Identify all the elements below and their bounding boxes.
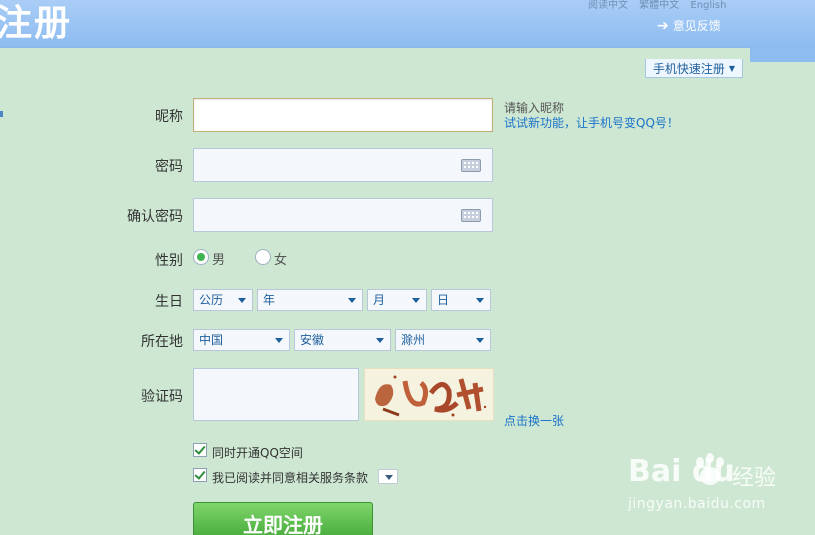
chevron-down-icon [275, 338, 283, 343]
chevron-down-icon [412, 298, 420, 303]
nickname-hint: 请输入昵称 试试新功能，让手机号变QQ号！ [504, 101, 679, 131]
nickname-input[interactable] [193, 98, 493, 132]
chevron-down-icon: ▼ [728, 63, 736, 73]
gender-female-radio[interactable] [255, 249, 271, 265]
year-select[interactable]: 年 [257, 289, 363, 311]
chevron-down-icon [238, 298, 246, 303]
header-divider [0, 47, 750, 48]
mobile-register-label: 手机快速注册 [652, 61, 725, 76]
confirm-password-input[interactable] [193, 198, 493, 232]
gender-male-radio[interactable] [193, 249, 209, 265]
terms-checkbox[interactable] [193, 468, 207, 482]
lang-link-simplified[interactable]: 阅读中文 [588, 0, 628, 11]
qzone-checkbox[interactable] [193, 443, 207, 457]
terms-label[interactable]: 我已阅读并同意相关服务条款 [212, 469, 368, 486]
password-input[interactable] [193, 148, 493, 182]
city-value: 滁州 [401, 333, 426, 347]
gender-male-label[interactable]: 男 [212, 249, 225, 268]
gender-female-label[interactable]: 女 [274, 249, 287, 268]
province-value: 安徽 [300, 333, 325, 347]
location-label: 所在地 [141, 334, 183, 350]
chevron-down-icon [348, 298, 356, 303]
watermark-cn: 经验 [732, 466, 777, 491]
baidu-jingyan-watermark: Bai du 经验 jingyan.baidu.com [628, 452, 808, 522]
city-select[interactable]: 滁州 [395, 329, 491, 351]
calendar-select[interactable]: 公历 [193, 289, 253, 311]
captcha-image[interactable] [364, 368, 494, 421]
page-title: 注册 [0, 3, 73, 44]
language-links: 阅读中文 繁體中文 English [588, 0, 734, 11]
password-label: 密码 [155, 159, 183, 175]
captcha-glyphs [375, 375, 487, 417]
captcha-input[interactable] [193, 368, 359, 421]
chevron-down-icon [476, 338, 484, 343]
country-select[interactable]: 中国 [193, 329, 290, 351]
lang-link-english[interactable]: English [690, 0, 726, 11]
chevron-down-icon [376, 338, 384, 343]
qzone-label[interactable]: 同时开通QQ空间 [212, 444, 303, 461]
watermark-url: jingyan.baidu.com [628, 496, 766, 512]
month-select[interactable]: 月 [367, 289, 427, 311]
keyboard-icon[interactable] [461, 209, 481, 222]
arrow-right-icon: ➔ [657, 17, 669, 34]
nickname-hint-text: 请输入昵称 [504, 101, 565, 115]
month-value: 月 [373, 293, 386, 307]
refresh-captcha-link[interactable]: 点击换一张 [504, 412, 564, 429]
year-value: 年 [263, 293, 276, 307]
left-marker [0, 111, 3, 117]
mobile-register-button[interactable]: 手机快速注册 ▼ [645, 59, 743, 78]
header-extension [750, 47, 815, 62]
captcha-label: 验证码 [141, 389, 183, 405]
lang-link-traditional[interactable]: 繁體中文 [639, 0, 679, 11]
day-value: 日 [437, 293, 450, 307]
gender-label: 性别 [155, 253, 183, 269]
confirm-password-label: 确认密码 [127, 209, 183, 225]
country-value: 中国 [199, 333, 224, 347]
nickname-label: 昵称 [155, 109, 183, 125]
birthday-label: 生日 [155, 294, 183, 310]
phone-as-qq-link[interactable]: 试试新功能，让手机号变QQ号！ [504, 116, 679, 131]
province-select[interactable]: 安徽 [294, 329, 391, 351]
keyboard-icon[interactable] [461, 159, 481, 172]
feedback-link[interactable]: ➔ 意见反馈 [657, 17, 721, 34]
paw-icon [696, 453, 724, 485]
calendar-value: 公历 [199, 293, 224, 307]
chevron-down-icon [476, 298, 484, 303]
register-submit-button[interactable]: 立即注册 [193, 502, 373, 535]
feedback-label: 意见反馈 [672, 19, 721, 33]
day-select[interactable]: 日 [431, 289, 491, 311]
terms-expand-button[interactable] [378, 469, 398, 484]
